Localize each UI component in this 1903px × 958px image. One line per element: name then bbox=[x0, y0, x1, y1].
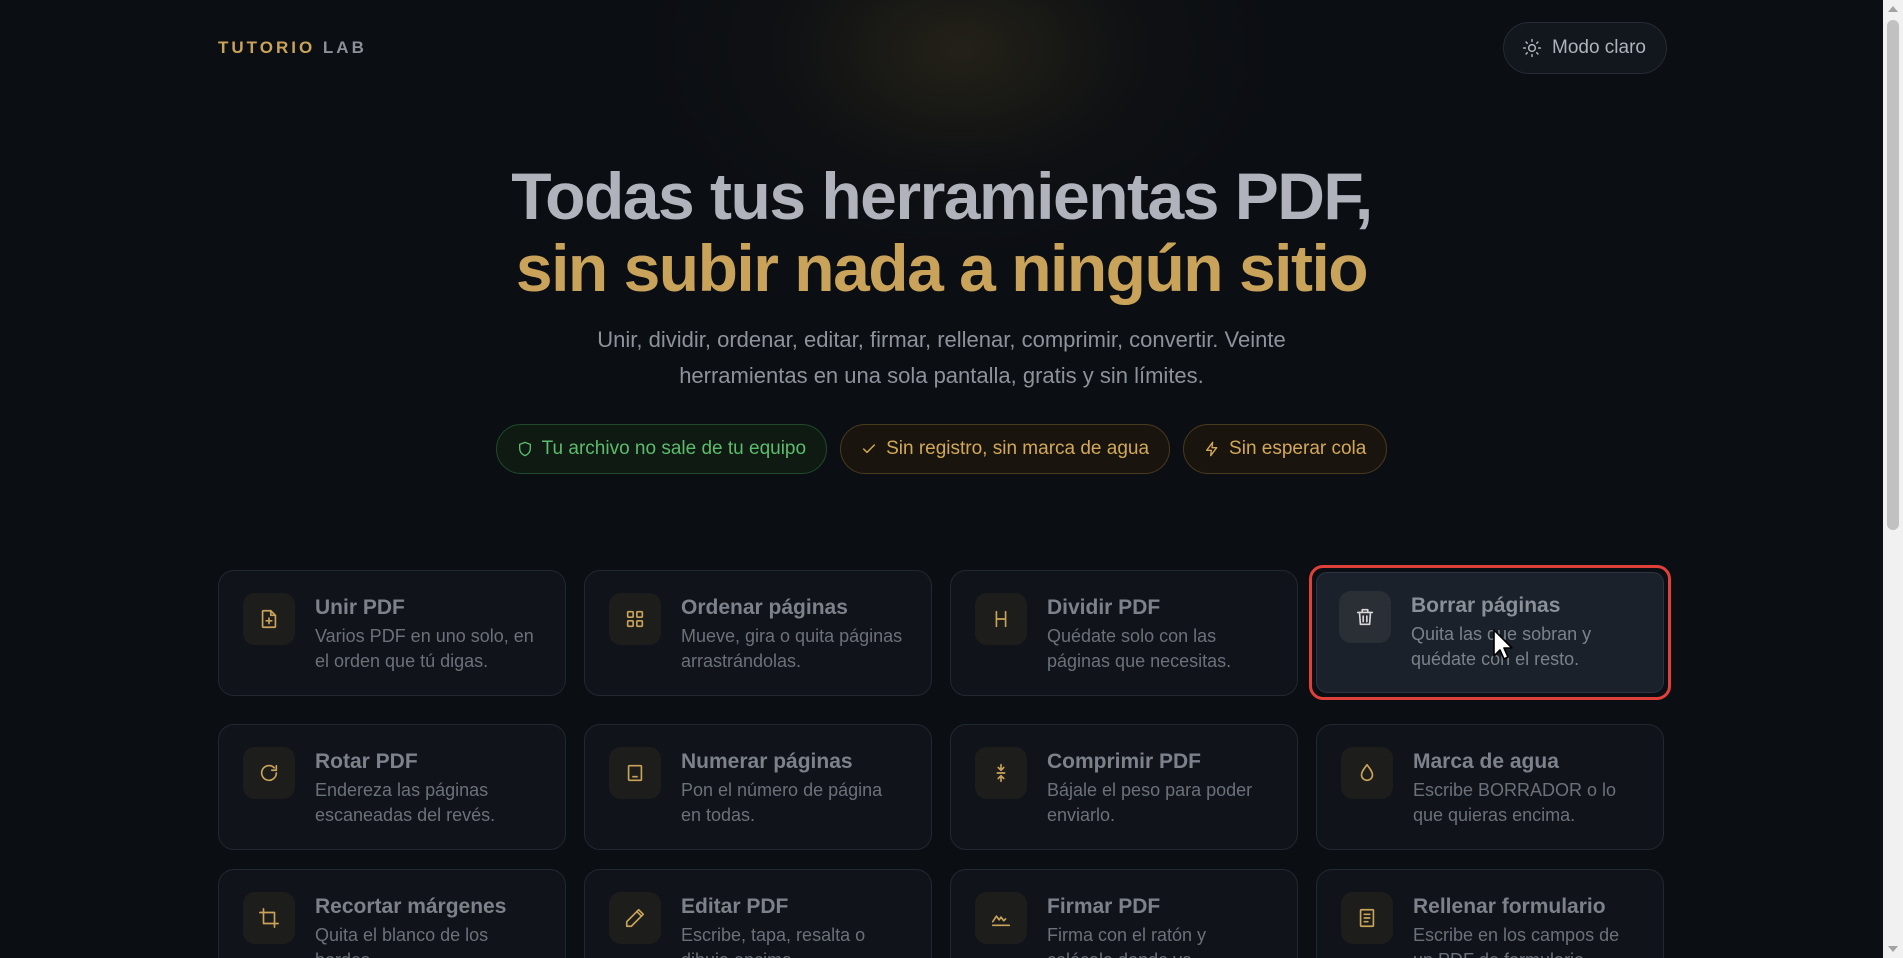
scrollbar-thumb[interactable] bbox=[1887, 20, 1899, 530]
tool-card-rellenar-formulario[interactable]: Rellenar formulario Escribe en los campos… bbox=[1316, 869, 1664, 958]
tool-desc: Pon el número de página en todas. bbox=[681, 780, 883, 825]
tool-desc: Bájale el peso para poder enviarlo. bbox=[1047, 780, 1253, 825]
badge-label: Sin registro, sin marca de agua bbox=[886, 438, 1150, 459]
brand-name-part2: LAB bbox=[322, 38, 367, 57]
split-icon bbox=[975, 593, 1027, 645]
brand-name-part1: TUTORIO bbox=[218, 38, 316, 57]
tool-card-editar-pdf[interactable]: Editar PDF Escribe, tapa, resalta o dibuj… bbox=[584, 869, 932, 958]
tool-desc: Endereza las páginas escaneadas del revé… bbox=[315, 780, 496, 825]
badge-no-queue: Sin esperar cola bbox=[1183, 424, 1388, 474]
hero-title-line2: sin subir nada a ningún sitio bbox=[515, 231, 1369, 305]
tool-card-marca-de-agua[interactable]: Marca de agua Escribe BORRADOR o lo que q… bbox=[1316, 724, 1664, 850]
hero-subtitle: Unir, dividir, ordenar, editar, firmar, … bbox=[597, 327, 1286, 388]
tool-title: Rellenar formulario bbox=[1413, 895, 1606, 918]
tool-desc: Varios PDF en uno solo, en el orden que … bbox=[315, 626, 534, 671]
tool-title: Marca de agua bbox=[1413, 750, 1559, 773]
feature-badges: Tu archivo no sale de tu equipo Sin regi… bbox=[0, 424, 1883, 474]
tool-card-recortar-margenes[interactable]: Recortar márgenes Quita el blanco de los … bbox=[218, 869, 566, 958]
tool-card-comprimir-pdf[interactable]: Comprimir PDF Bájale el peso para poder e… bbox=[950, 724, 1298, 850]
badge-privacy: Tu archivo no sale de tu equipo bbox=[495, 424, 828, 474]
tool-card-rotar-pdf[interactable]: Rotar PDF Endereza las páginas escaneadas… bbox=[218, 724, 566, 850]
hero: Todas tus herramientas PDF, sin subir na… bbox=[0, 160, 1883, 474]
tool-card-dividir-pdf[interactable]: Dividir PDF Quédate solo con las páginas … bbox=[950, 570, 1298, 696]
badge-no-signup: Sin registro, sin marca de agua bbox=[840, 424, 1171, 474]
compress-icon bbox=[975, 747, 1027, 799]
droplet-icon bbox=[1341, 747, 1393, 799]
tool-desc: Quita el blanco de los bordes. bbox=[315, 925, 489, 958]
tool-desc: Quita las que sobran y quédate con el re… bbox=[1411, 624, 1592, 669]
page-scrollbar[interactable] bbox=[1883, 0, 1903, 958]
tool-desc: Quédate solo con las páginas que necesit… bbox=[1047, 626, 1232, 671]
file-plus-icon bbox=[243, 593, 295, 645]
tool-title: Firmar PDF bbox=[1047, 895, 1161, 918]
tool-title: Borrar páginas bbox=[1411, 594, 1561, 617]
tool-desc: Escribe BORRADOR o lo que quieras encima… bbox=[1413, 780, 1617, 825]
tool-title: Numerar páginas bbox=[681, 750, 853, 773]
theme-toggle-button[interactable]: Modo claro bbox=[1503, 22, 1667, 74]
bolt-icon bbox=[1206, 441, 1218, 457]
tool-title: Ordenar páginas bbox=[681, 596, 848, 619]
pencil-icon bbox=[609, 892, 661, 944]
tool-card-unir-pdf[interactable]: Unir PDF Varios PDF en uno solo, en el or… bbox=[218, 570, 566, 696]
grid-icon bbox=[609, 593, 661, 645]
tool-desc: Escribe en los campos de un PDF de formu… bbox=[1413, 925, 1620, 958]
mouse-cursor-icon bbox=[1493, 629, 1513, 660]
badge-label: Tu archivo no sale de tu equipo bbox=[541, 438, 807, 459]
tool-title: Rotar PDF bbox=[315, 750, 418, 773]
tool-desc: Firma con el ratón y colócala donde va. bbox=[1047, 925, 1207, 958]
header: TUTORIO LAB Modo claro bbox=[218, 22, 1667, 74]
tool-card-firmar-pdf[interactable]: Firmar PDF Firma con el ratón y colócala … bbox=[950, 869, 1298, 958]
hero-title: Todas tus herramientas PDF, sin subir na… bbox=[0, 160, 1883, 304]
tool-card-numerar-paginas[interactable]: Numerar páginas Pon el número de página e… bbox=[584, 724, 932, 850]
tool-card-ordenar-paginas[interactable]: Ordenar páginas Mueve, gira o quita págin… bbox=[584, 570, 932, 696]
page-number-icon bbox=[609, 747, 661, 799]
scroll-up-arrow-icon[interactable] bbox=[1888, 6, 1898, 12]
tool-title: Recortar márgenes bbox=[315, 895, 507, 918]
crop-icon bbox=[243, 892, 295, 944]
brand-logo[interactable]: TUTORIO LAB bbox=[218, 38, 367, 58]
shield-icon bbox=[518, 441, 531, 457]
check-icon bbox=[863, 444, 876, 454]
tool-title: Editar PDF bbox=[681, 895, 789, 918]
tool-title: Dividir PDF bbox=[1047, 596, 1161, 619]
theme-toggle-label: Modo claro bbox=[1552, 37, 1646, 58]
tools-grid: Unir PDF Varios PDF en uno solo, en el or… bbox=[218, 565, 1671, 958]
tool-card-borrar-paginas[interactable]: Borrar páginas Quita las que sobran y qué… bbox=[1309, 565, 1671, 700]
sun-icon bbox=[1522, 38, 1542, 58]
badge-label: Sin esperar cola bbox=[1229, 438, 1367, 459]
form-icon bbox=[1341, 892, 1393, 944]
tool-desc: Mueve, gira o quita páginas arrastrándol… bbox=[681, 626, 903, 671]
trash-icon bbox=[1339, 591, 1391, 643]
signature-icon bbox=[975, 892, 1027, 944]
tool-title: Comprimir PDF bbox=[1047, 750, 1202, 773]
tool-title: Unir PDF bbox=[315, 596, 405, 619]
rotate-icon bbox=[243, 747, 295, 799]
scroll-down-arrow-icon[interactable] bbox=[1888, 946, 1898, 952]
hero-title-line1: Todas tus herramientas PDF, bbox=[511, 159, 1373, 233]
tool-desc: Escribe, tapa, resalta o dibuja encima. bbox=[681, 925, 866, 958]
